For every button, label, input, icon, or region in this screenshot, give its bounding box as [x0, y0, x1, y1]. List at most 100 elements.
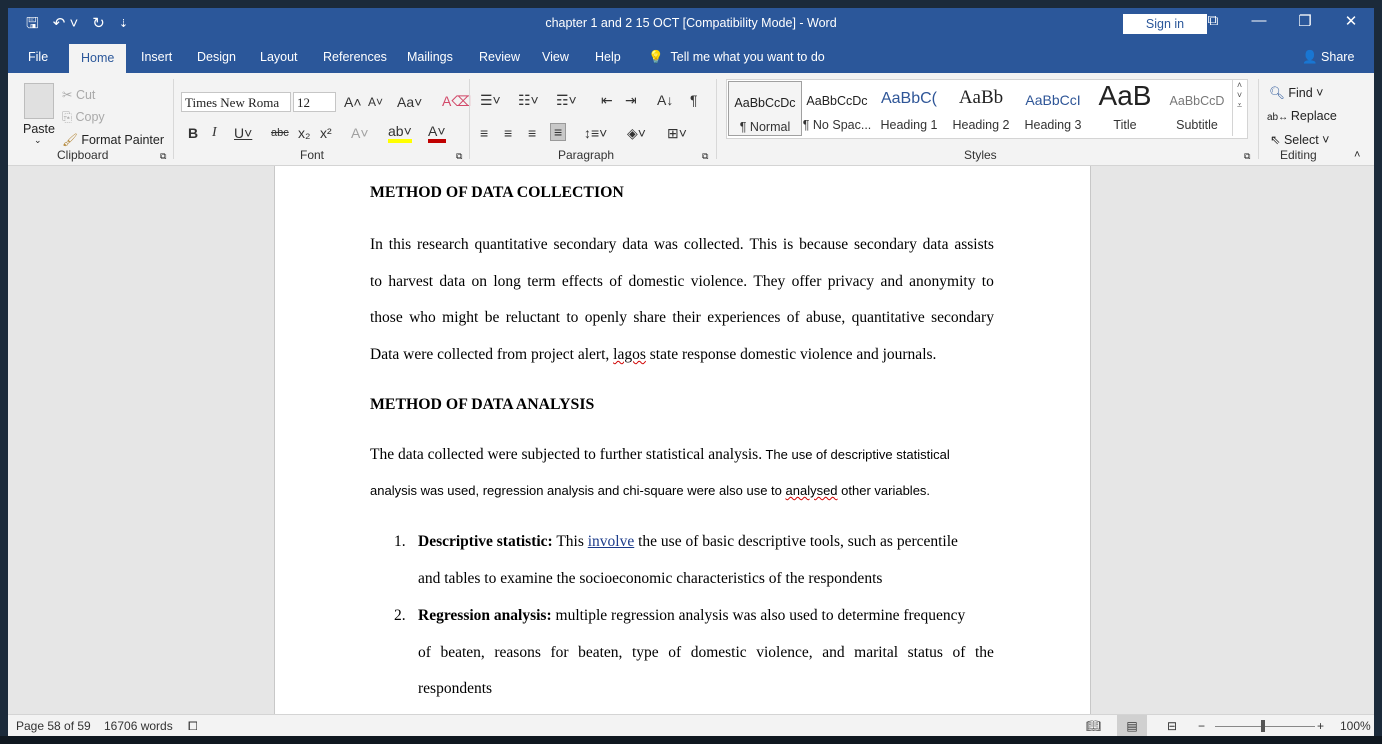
style-no-spacing[interactable]: AaBbCcDc ¶ No Spac...: [801, 80, 873, 136]
page-count[interactable]: Page 58 of 59: [16, 719, 91, 733]
clear-formatting-icon[interactable]: A⌫: [442, 93, 471, 110]
tab-home[interactable]: Home: [69, 44, 127, 73]
numbering-icon[interactable]: ☷˅: [518, 92, 539, 109]
clipboard-launcher-icon[interactable]: ⧉: [160, 151, 166, 162]
increase-indent-icon[interactable]: ⇥: [625, 92, 637, 109]
text-effects-icon[interactable]: A˅: [351, 125, 369, 141]
cut-button[interactable]: ✂ Cut: [62, 87, 95, 102]
format-painter-button[interactable]: 🖌 Format Painter: [62, 133, 164, 148]
tab-view[interactable]: View: [542, 50, 569, 64]
tab-layout[interactable]: Layout: [260, 50, 298, 64]
scissors-icon: ✂: [62, 88, 76, 102]
underline-icon[interactable]: U˅: [234, 125, 252, 141]
styles-scrollbar[interactable]: ˄ ˅ ⩡: [1232, 80, 1246, 136]
select-button[interactable]: ⇖ Select ˅: [1270, 132, 1329, 147]
subscript-icon[interactable]: x₂: [298, 125, 310, 141]
align-center-icon[interactable]: ≡: [504, 125, 512, 141]
magnifier-icon: 🔍︎: [1269, 86, 1289, 100]
italic-icon[interactable]: I: [212, 125, 217, 141]
tab-review[interactable]: Review: [479, 50, 520, 64]
heading-data-analysis: METHOD OF DATA ANALYSIS: [370, 396, 595, 413]
divider: [173, 79, 174, 159]
shading-icon[interactable]: ◈˅: [627, 125, 646, 142]
styles-group-label: Styles: [964, 148, 997, 162]
shrink-font-icon[interactable]: A˅: [368, 95, 383, 109]
word-count[interactable]: 16706 words: [104, 719, 173, 733]
tab-references[interactable]: References: [323, 50, 387, 64]
borders-icon[interactable]: ⊞˅: [667, 125, 687, 142]
styles-launcher-icon[interactable]: ⧉: [1244, 151, 1250, 162]
align-right-icon[interactable]: ≡: [528, 125, 536, 141]
replace-button[interactable]: ab↔ Replace: [1267, 109, 1337, 123]
tab-file[interactable]: File: [28, 50, 48, 64]
paragraph-line: Data were collected from project alert, …: [370, 346, 937, 363]
title-bar: 🖫 ↶ ˅ ↻ ⇣ chapter 1 and 2 15 OCT [Compat…: [8, 8, 1374, 41]
bold-icon[interactable]: B: [188, 125, 198, 141]
style-title[interactable]: AaB Title: [1089, 80, 1161, 136]
paragraph-launcher-icon[interactable]: ⧉: [702, 151, 708, 162]
grow-font-icon[interactable]: A˄: [344, 94, 362, 110]
print-layout-icon[interactable]: ▤: [1117, 715, 1147, 736]
document-area[interactable]: METHOD OF DATA COLLECTION In this research…: [8, 166, 1374, 714]
spelling-error[interactable]: analysed: [786, 483, 838, 498]
paragraph-group-label: Paragraph: [558, 148, 615, 162]
find-button[interactable]: 🔍︎ Find ˅: [1269, 86, 1323, 101]
paste-dropdown-icon[interactable]: ⌄: [34, 135, 42, 146]
zoom-in-icon[interactable]: +: [1317, 719, 1324, 733]
ribbon-display-options-icon[interactable]: ⧉: [1193, 12, 1233, 29]
restore-icon[interactable]: ❐: [1285, 12, 1325, 30]
proofing-icon[interactable]: ⧠: [188, 719, 198, 734]
paste-button[interactable]: Paste: [23, 122, 55, 136]
copy-button[interactable]: ⎘ Copy: [62, 110, 105, 125]
paragraph-line: In this research quantitative secondary data w…: [370, 236, 994, 253]
share-button[interactable]: 👤 Share: [1302, 50, 1354, 65]
style-subtitle[interactable]: AaBbCcD Subtitle: [1161, 80, 1233, 136]
align-left-icon[interactable]: ≡: [480, 125, 488, 141]
word-window: 🖫 ↶ ˅ ↻ ⇣ chapter 1 and 2 15 OCT [Compat…: [8, 8, 1374, 736]
superscript-icon[interactable]: x²: [320, 125, 332, 141]
font-color-icon[interactable]: A˅: [428, 123, 446, 143]
font-launcher-icon[interactable]: ⧉: [456, 151, 462, 162]
styles-gallery: AaBbCcDc ¶ Normal AaBbCcDc ¶ No Spac... …: [726, 79, 1248, 139]
list-item-line: and tables to examine the socioeconomic …: [418, 570, 883, 587]
style-normal[interactable]: AaBbCcDc ¶ Normal: [728, 81, 802, 136]
person-icon: 👤: [1302, 50, 1322, 64]
bullets-icon[interactable]: ☰˅: [480, 92, 501, 109]
strikethrough-icon[interactable]: abc: [271, 127, 289, 139]
highlight-icon[interactable]: ab˅: [388, 123, 412, 143]
multilevel-list-icon[interactable]: ☶˅: [556, 92, 577, 109]
minimize-icon[interactable]: —: [1239, 12, 1279, 29]
taskbar: [0, 736, 1382, 744]
tell-me-search[interactable]: 💡 Tell me what you want to do: [648, 50, 825, 65]
paste-icon[interactable]: [24, 83, 54, 119]
read-mode-icon[interactable]: 📖︎: [1086, 719, 1101, 733]
decrease-indent-icon[interactable]: ⇤: [601, 92, 613, 109]
tab-mailings[interactable]: Mailings: [407, 50, 453, 64]
zoom-slider-thumb[interactable]: [1261, 720, 1265, 732]
style-heading-1[interactable]: AaBbC( Heading 1: [873, 80, 945, 136]
spelling-error[interactable]: lagos: [613, 346, 646, 363]
zoom-out-icon[interactable]: −: [1198, 719, 1205, 733]
font-name-box[interactable]: Times New Roma: [181, 92, 291, 112]
justify-icon[interactable]: ≡: [550, 123, 567, 141]
close-icon[interactable]: ✕: [1331, 12, 1371, 30]
tab-insert[interactable]: Insert: [141, 50, 172, 64]
change-case-icon[interactable]: Aa˅: [397, 94, 422, 110]
web-layout-icon[interactable]: ⊟: [1167, 719, 1177, 733]
sort-icon[interactable]: A↓: [657, 92, 673, 108]
status-bar: Page 58 of 59 16706 words ⧠ 📖︎ ▤ ⊟ − + 1…: [8, 714, 1374, 736]
tab-design[interactable]: Design: [197, 50, 236, 64]
clipboard-group-label: Clipboard: [57, 148, 109, 162]
font-size-box[interactable]: 12: [293, 92, 336, 112]
zoom-level[interactable]: 100%: [1340, 719, 1371, 733]
show-formatting-icon[interactable]: ¶: [690, 92, 698, 108]
grammar-error[interactable]: involve: [588, 533, 635, 550]
document-page[interactable]: METHOD OF DATA COLLECTION In this research…: [274, 166, 1091, 714]
tab-help[interactable]: Help: [595, 50, 621, 64]
paragraph-line: to harvest data on long term effects of domestic…: [370, 273, 994, 290]
style-heading-3[interactable]: AaBbCcI Heading 3: [1017, 80, 1089, 136]
zoom-slider[interactable]: [1215, 726, 1315, 727]
collapse-ribbon-icon[interactable]: ˄: [1354, 149, 1360, 161]
line-spacing-icon[interactable]: ↕≡˅: [584, 125, 607, 141]
style-heading-2[interactable]: AaBb Heading 2: [945, 80, 1017, 136]
